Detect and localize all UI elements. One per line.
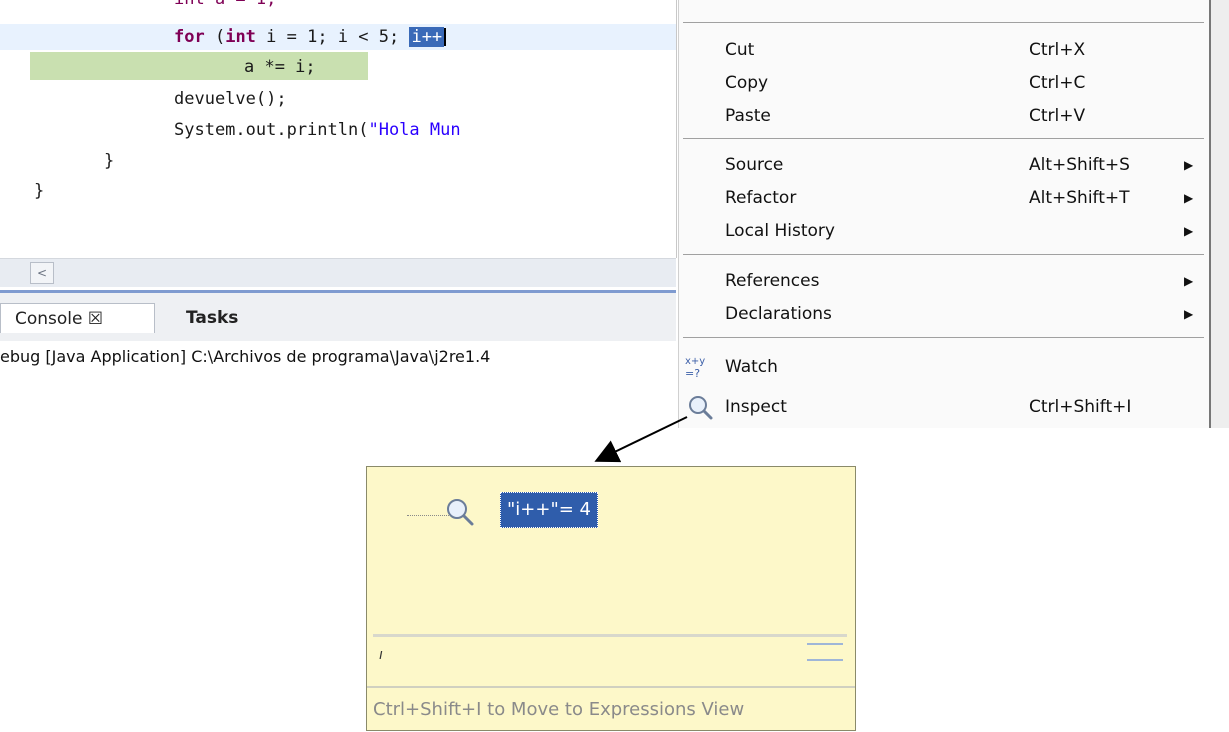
submenu-arrow-icon: ▶: [1184, 158, 1194, 172]
scroll-left-button[interactable]: <: [30, 262, 54, 284]
menu-item-cut[interactable]: Cut Ctrl+X: [679, 34, 1210, 66]
keyword-for: for: [174, 27, 205, 47]
menu-frame-edge: [1209, 0, 1229, 428]
submenu-arrow-icon: ▶: [1184, 191, 1194, 205]
code-editor[interactable]: int a = 1; for (int i = 1; i < 5; i++ a …: [0, 0, 677, 258]
inspect-popup[interactable]: "i++"= 4 ı Ctrl+Shift+I to Move to Expre…: [366, 466, 856, 731]
code-line-brace: }: [104, 151, 115, 171]
string-literal: "Hola Mun: [368, 120, 461, 140]
svg-text:=?: =?: [685, 367, 700, 380]
menu-item-label: References: [725, 271, 820, 291]
popup-hint[interactable]: Ctrl+Shift+I to Move to Expressions View: [367, 686, 855, 730]
menu-item-paste[interactable]: Paste Ctrl+V: [679, 100, 1210, 132]
detail-cursor: ı: [379, 647, 383, 663]
menu-lines-icon[interactable]: [807, 643, 843, 661]
keyword-int: int: [225, 27, 256, 47]
details-pane[interactable]: ı: [373, 634, 847, 687]
menu-separator: [683, 22, 1204, 23]
selected-expression[interactable]: i++: [409, 27, 445, 47]
watch-expression-icon: x+y =?: [683, 351, 717, 383]
code-text: System.out.println(: [174, 120, 369, 140]
horizontal-scrollbar[interactable]: <: [0, 258, 676, 287]
menu-item-shortcut: Alt+Shift+S: [1029, 155, 1130, 175]
menu-item-label: Declarations: [725, 304, 832, 324]
menu-item-label: Paste: [725, 106, 771, 126]
expression-result[interactable]: "i++"= 4: [500, 492, 598, 528]
menu-item-label: Source: [725, 155, 784, 175]
code-line-for[interactable]: for (int i = 1; i < 5; i++: [174, 24, 447, 50]
menu-item-declarations[interactable]: Declarations ▶: [679, 298, 1210, 330]
debug-current-line-highlight: [30, 52, 368, 80]
svg-text:x+y: x+y: [685, 356, 705, 367]
code-line-brace: }: [34, 181, 45, 201]
code-line-devuelve[interactable]: devuelve();: [174, 86, 287, 112]
menu-item-label: Inspect: [725, 397, 787, 417]
menu-item-shortcut: Ctrl+V: [1029, 106, 1086, 126]
menu-item-shortcut: Ctrl+X: [1029, 40, 1086, 60]
code-line-assign[interactable]: a *= i;: [244, 54, 316, 80]
menu-item-inspect[interactable]: Inspect Ctrl+Shift+I: [679, 391, 1210, 423]
menu-item-shortcut: Ctrl+C: [1029, 73, 1086, 93]
magnifier-icon: [443, 495, 477, 529]
menu-item-label: Copy: [725, 73, 769, 93]
code-line-clipped: int a = 1;: [174, 0, 276, 12]
expression-tree: "i++"= 4: [367, 467, 855, 632]
tab-console[interactable]: Console ☒: [0, 303, 155, 333]
menu-separator: [683, 337, 1204, 338]
submenu-arrow-icon: ▶: [1184, 274, 1194, 288]
menu-item-source[interactable]: Source Alt+Shift+S ▶: [679, 149, 1210, 181]
bottom-panel-tabbar: Console ☒ Tasks: [0, 290, 676, 341]
menu-item-refactor[interactable]: Refactor Alt+Shift+T ▶: [679, 182, 1210, 214]
menu-item-watch[interactable]: x+y =? Watch: [679, 351, 1210, 383]
submenu-arrow-icon: ▶: [1184, 307, 1194, 321]
code-line-println[interactable]: System.out.println("Hola Mun: [174, 117, 461, 143]
menu-item-local-history[interactable]: Local History ▶: [679, 215, 1210, 247]
code-text: (: [204, 27, 226, 47]
code-text: i = 1; i < 5;: [255, 27, 410, 47]
menu-item-label: Refactor: [725, 188, 797, 208]
text-caret: [444, 28, 447, 46]
menu-separator: [683, 138, 1204, 139]
menu-item-shortcut: Ctrl+Shift+I: [1029, 397, 1132, 417]
menu-item-label: Watch: [725, 357, 778, 377]
menu-item-label: Local History: [725, 221, 835, 241]
context-menu: Cut Ctrl+X Copy Ctrl+C Paste Ctrl+V Sour…: [678, 0, 1210, 428]
menu-item-copy[interactable]: Copy Ctrl+C: [679, 67, 1210, 99]
menu-item-shortcut: Alt+Shift+T: [1029, 188, 1130, 208]
menu-item-label: Cut: [725, 40, 755, 60]
magnifier-icon: [683, 391, 717, 423]
menu-item-references[interactable]: References ▶: [679, 265, 1210, 297]
tab-tasks[interactable]: Tasks: [186, 303, 238, 333]
console-status-line: ebug [Java Application] C:\Archivos de p…: [0, 347, 491, 366]
menu-separator: [683, 254, 1204, 255]
submenu-arrow-icon: ▶: [1184, 224, 1194, 238]
